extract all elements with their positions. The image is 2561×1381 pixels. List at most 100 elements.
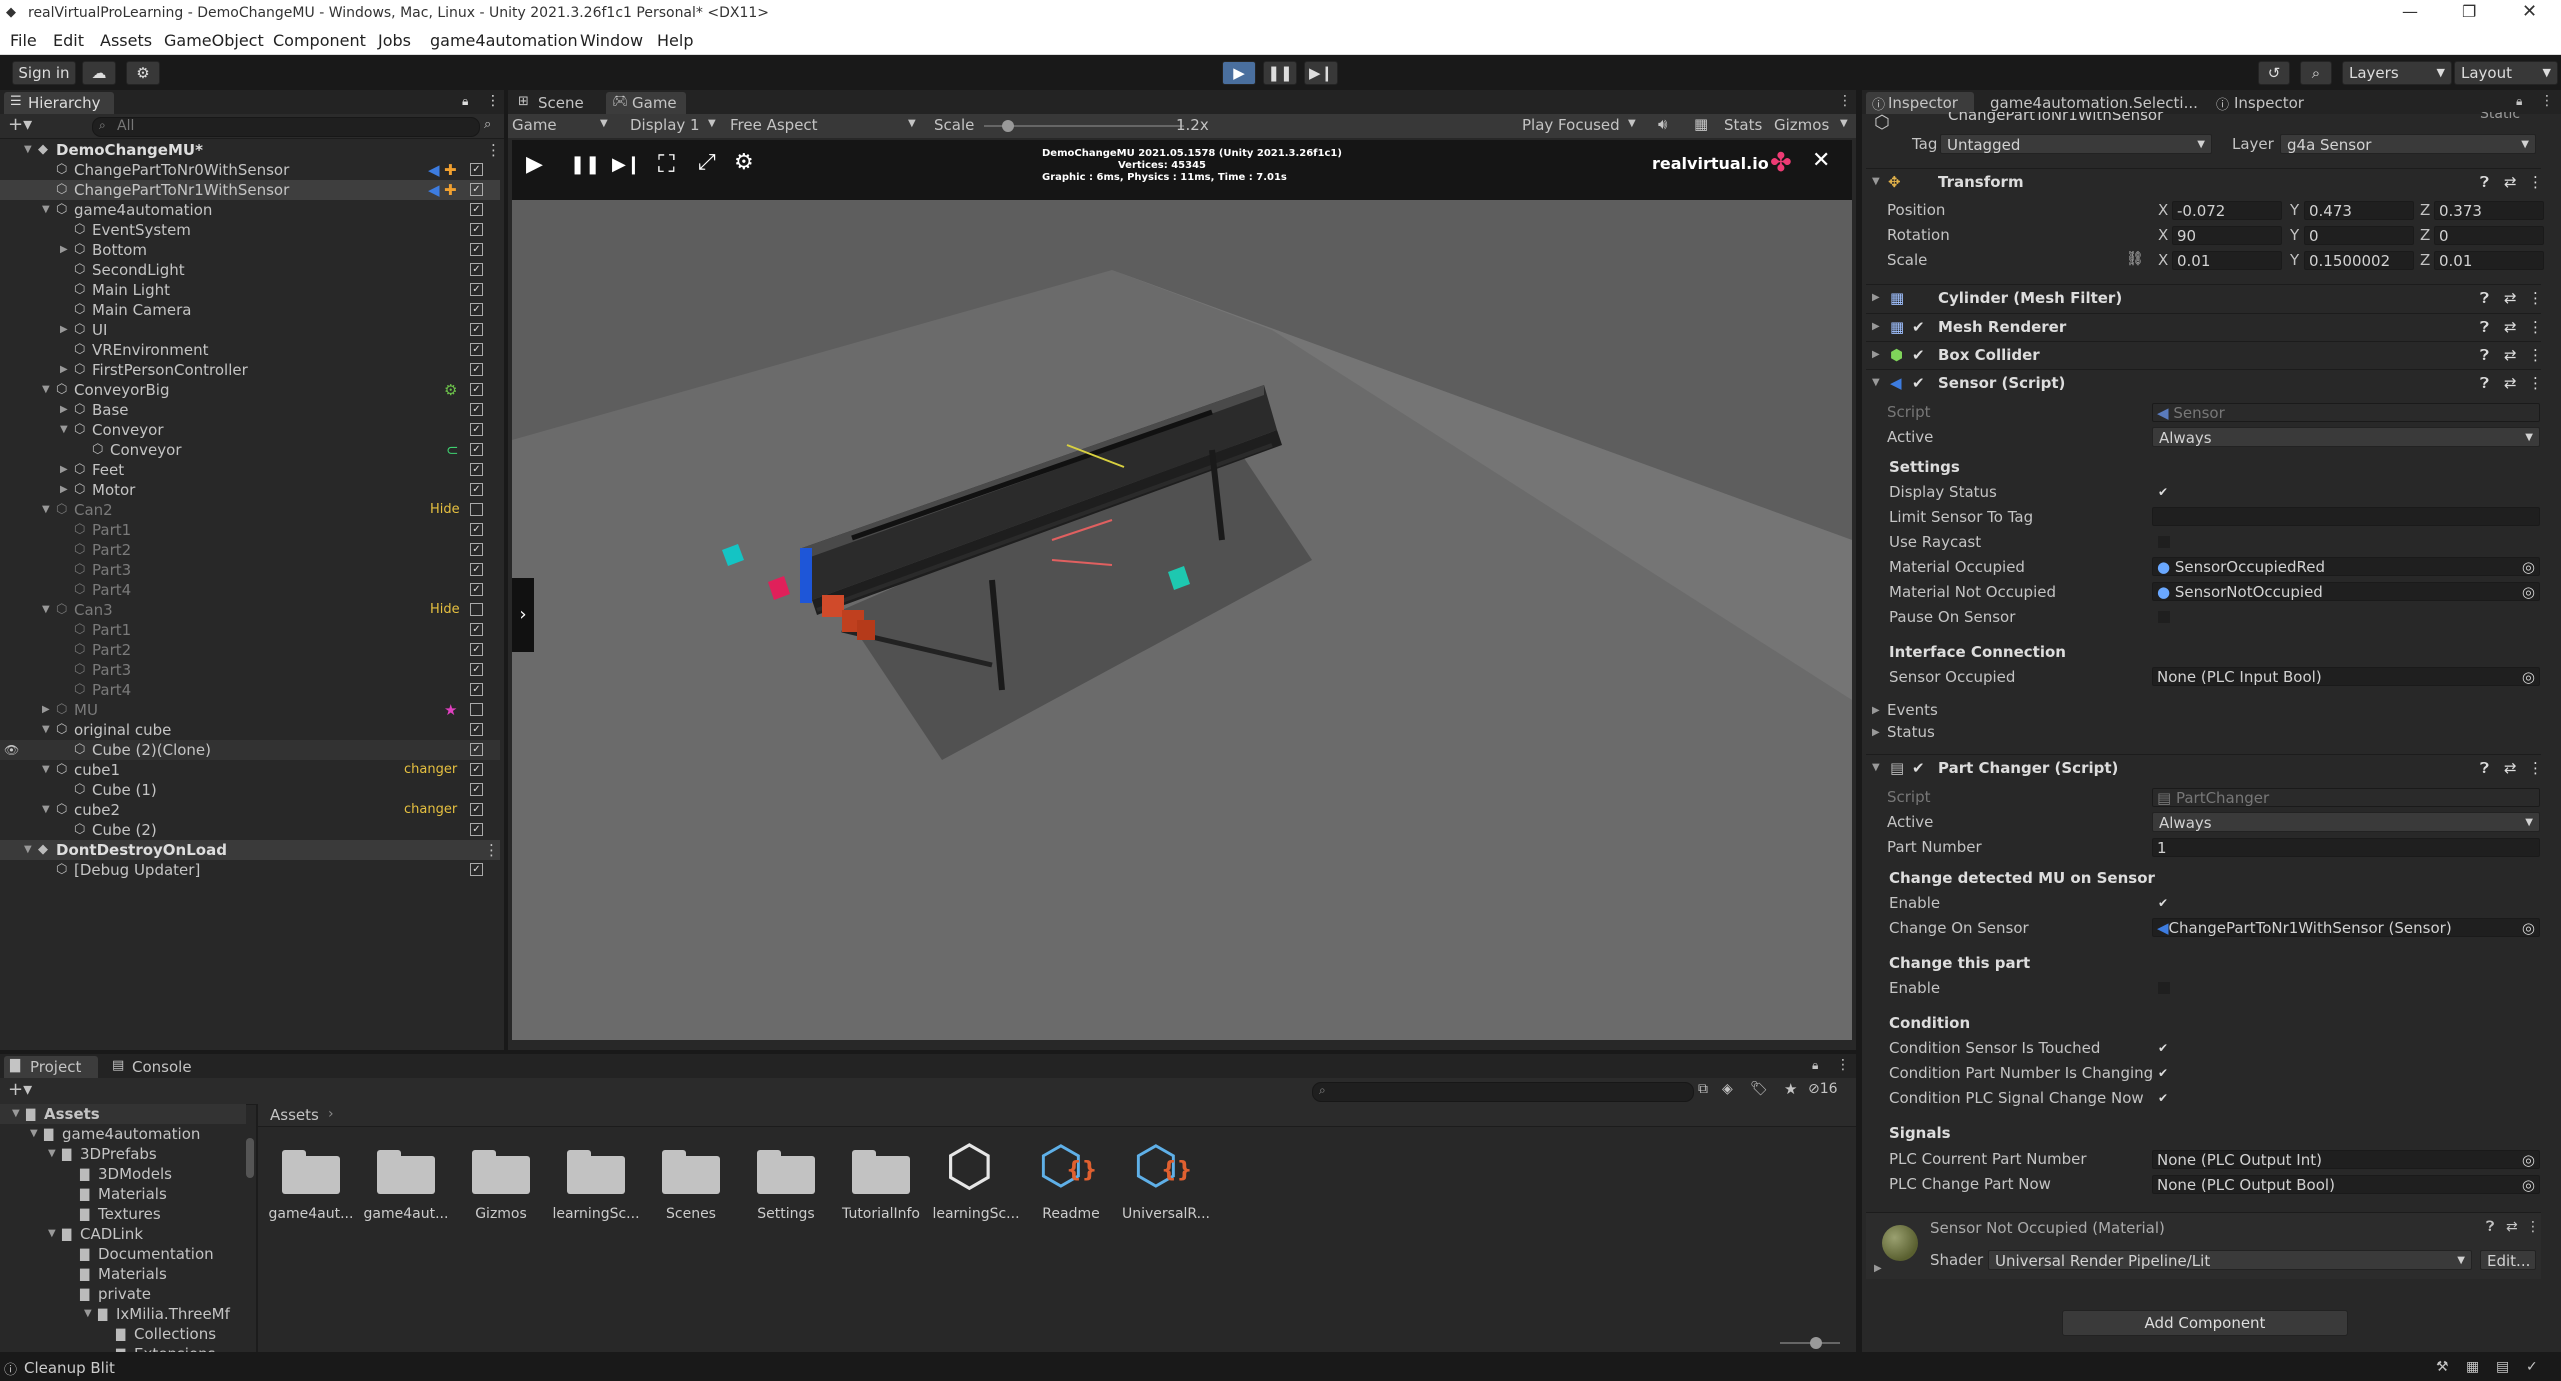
change-this-enable-checkbox[interactable]: [2158, 982, 2170, 994]
kebab-menu-icon[interactable]: ⋮: [486, 93, 500, 109]
project-folder-item[interactable]: ▇ Collections: [0, 1324, 246, 1344]
hierarchy-item[interactable]: ▶ ⬡ FirstPersonController ✓: [0, 360, 500, 380]
preset-icon[interactable]: ⇄: [2504, 314, 2517, 340]
network-icon[interactable]: ⚒: [2436, 1359, 2449, 1375]
game-step-icon[interactable]: ▶❙: [612, 154, 641, 175]
rotation-z-input[interactable]: 0: [2434, 226, 2544, 245]
tab-selection[interactable]: game4automation.Selecti...: [1990, 94, 2198, 112]
kebab-menu-icon[interactable]: ⋮: [2526, 1219, 2540, 1235]
kebab-menu-icon[interactable]: ⋮: [2528, 285, 2543, 311]
project-folder-item[interactable]: ▼ ▇ 3DPrefabs: [0, 1144, 246, 1164]
hierarchy-item[interactable]: ⬡ Part1 ✓: [0, 620, 500, 640]
hierarchy-item[interactable]: ▼ ⬡ game4automation ✓: [0, 200, 500, 220]
progress-icon[interactable]: ▤: [2496, 1359, 2509, 1375]
active-toggle-checkbox[interactable]: ✓: [470, 483, 483, 496]
minimize-button[interactable]: —: [2402, 2, 2418, 21]
help-icon[interactable]: ❓︎: [2480, 342, 2489, 368]
menu-help[interactable]: Help: [657, 31, 693, 50]
material-not-occupied-field[interactable]: ● SensorNotOccupied ◎: [2152, 582, 2540, 601]
cond-sensor-touched-checkbox[interactable]: ✔: [2158, 1042, 2170, 1054]
expand-arrow-icon[interactable]: ▼: [42, 380, 50, 400]
active-toggle-checkbox[interactable]: ✓: [470, 263, 483, 276]
hierarchy-item[interactable]: ▼ ⬡ cube1 changer ✓: [0, 760, 500, 780]
side-panel-toggle[interactable]: ›: [512, 578, 534, 652]
collapse-arrow-icon[interactable]: ▶: [60, 460, 68, 480]
layout-dropdown[interactable]: Layout ▼: [2454, 61, 2558, 85]
hierarchy-item[interactable]: ⬡ Cube (2) ✓: [0, 820, 500, 840]
menu-game4automation[interactable]: game4automation: [430, 31, 578, 50]
preset-icon[interactable]: ⇄: [2504, 370, 2517, 396]
tab-project[interactable]: ▇ Project: [4, 1056, 98, 1078]
collapse-arrow-icon[interactable]: ▶: [60, 240, 68, 260]
project-tree-scrollbar[interactable]: [246, 1138, 254, 1178]
speaker-icon[interactable]: 🔊︎: [1658, 115, 1667, 133]
expand-arrow-icon[interactable]: ▼: [42, 800, 50, 820]
play-focused-dropdown[interactable]: Play Focused: [1522, 116, 1620, 134]
axis-x-label[interactable]: X: [2158, 201, 2168, 219]
active-toggle-checkbox[interactable]: ✓: [470, 563, 483, 576]
object-picker-icon[interactable]: ◎: [2522, 558, 2535, 577]
plc-change-field[interactable]: None (PLC Output Bool) ◎: [2152, 1175, 2540, 1194]
use-raycast-checkbox[interactable]: [2158, 536, 2170, 548]
hierarchy-item[interactable]: ⬡ ChangePartToNr1WithSensor ✓ ◀ ✚: [0, 180, 500, 200]
scale-x-input[interactable]: 0.01: [2172, 251, 2282, 270]
hierarchy-item[interactable]: ▶ ⬡ Base ✓: [0, 400, 500, 420]
cloud-icon[interactable]: ☁: [82, 61, 116, 85]
active-toggle-checkbox[interactable]: ✓: [470, 683, 483, 696]
maximize-button[interactable]: ❐: [2462, 2, 2476, 21]
hierarchy-item[interactable]: ⬡ Part3 ✓: [0, 660, 500, 680]
project-folder-item[interactable]: ▇ Materials: [0, 1264, 246, 1284]
icon-size-slider-handle[interactable]: [1810, 1337, 1822, 1349]
hierarchy-item[interactable]: ▼ ◆ DontDestroyOnLoad ⋮: [0, 840, 500, 860]
active-toggle-checkbox[interactable]: ✓: [470, 763, 483, 776]
help-icon[interactable]: ❓︎: [2480, 169, 2489, 195]
axis-x-label[interactable]: X: [2158, 226, 2168, 244]
hierarchy-item[interactable]: ⬡ Cube (2)(Clone) ✓ 👁︎: [0, 740, 500, 760]
sensor-occupied-field[interactable]: None (PLC Input Bool) ◎: [2152, 667, 2540, 686]
limit-sensor-input[interactable]: [2152, 507, 2540, 526]
axis-y-label[interactable]: Y: [2290, 251, 2299, 269]
active-toggle-checkbox[interactable]: ✓: [470, 363, 483, 376]
object-picker-icon[interactable]: ◎: [2522, 1151, 2535, 1170]
create-plus-icon[interactable]: +▾: [8, 114, 32, 135]
enabled-checkbox[interactable]: ✔: [1912, 342, 1925, 368]
hierarchy-item[interactable]: ▼ ⬡ Can3 Hide: [0, 600, 500, 620]
breadcrumb[interactable]: Assets: [270, 1106, 319, 1124]
sensor-active-dropdown[interactable]: Always ▼: [2152, 427, 2540, 447]
hierarchy-item[interactable]: ⬡ [Debug Updater] ✓: [0, 860, 500, 880]
collapse-arrow-icon[interactable]: ▶: [60, 320, 68, 340]
services-gear-icon[interactable]: ⚙: [126, 61, 160, 85]
active-toggle-checkbox[interactable]: [470, 603, 483, 616]
menu-edit[interactable]: Edit: [53, 31, 84, 50]
project-folder-item[interactable]: ▼ ▇ Assets: [0, 1104, 246, 1124]
active-toggle-checkbox[interactable]: ✓: [470, 383, 483, 396]
active-toggle-checkbox[interactable]: ✓: [470, 643, 483, 656]
game-play-icon[interactable]: ▶: [526, 152, 543, 177]
scale-link-icon[interactable]: ⛓: [2126, 251, 2144, 267]
scale-slider[interactable]: [984, 125, 1184, 127]
position-z-input[interactable]: 0.373: [2434, 201, 2544, 220]
menu-component[interactable]: Component: [273, 31, 366, 50]
collapse-arrow-icon[interactable]: ▶: [42, 700, 50, 720]
object-picker-icon[interactable]: ◎: [2522, 668, 2535, 687]
expand-arrow-icon[interactable]: ▼: [84, 1304, 92, 1324]
axis-z-label[interactable]: Z: [2420, 251, 2430, 269]
active-toggle-checkbox[interactable]: ✓: [470, 183, 483, 196]
kebab-menu-icon[interactable]: ⋮: [2540, 93, 2554, 109]
active-toggle-checkbox[interactable]: ✓: [470, 583, 483, 596]
part-number-input[interactable]: 1: [2152, 838, 2540, 857]
active-toggle-checkbox[interactable]: ✓: [470, 523, 483, 536]
enabled-checkbox[interactable]: ✔: [1912, 370, 1925, 396]
plc-current-field[interactable]: None (PLC Output Int) ◎: [2152, 1150, 2540, 1169]
cond-plc-signal-checkbox[interactable]: ✔: [2158, 1092, 2170, 1104]
asset-item[interactable]: Settings: [741, 1128, 831, 1228]
play-button[interactable]: ▶: [1222, 61, 1256, 85]
game-mode-dropdown[interactable]: Game: [512, 116, 557, 134]
label-tag-icon[interactable]: 🏷︎: [1750, 1081, 1768, 1097]
close-overlay-icon[interactable]: ✕: [1812, 148, 1830, 173]
change-mu-enable-checkbox[interactable]: ✔: [2158, 897, 2170, 909]
active-toggle-checkbox[interactable]: ✓: [470, 423, 483, 436]
lock-icon[interactable]: 🔒︎: [2516, 94, 2522, 109]
axis-y-label[interactable]: Y: [2290, 201, 2299, 219]
collapse-arrow-icon[interactable]: ▶: [60, 480, 68, 500]
